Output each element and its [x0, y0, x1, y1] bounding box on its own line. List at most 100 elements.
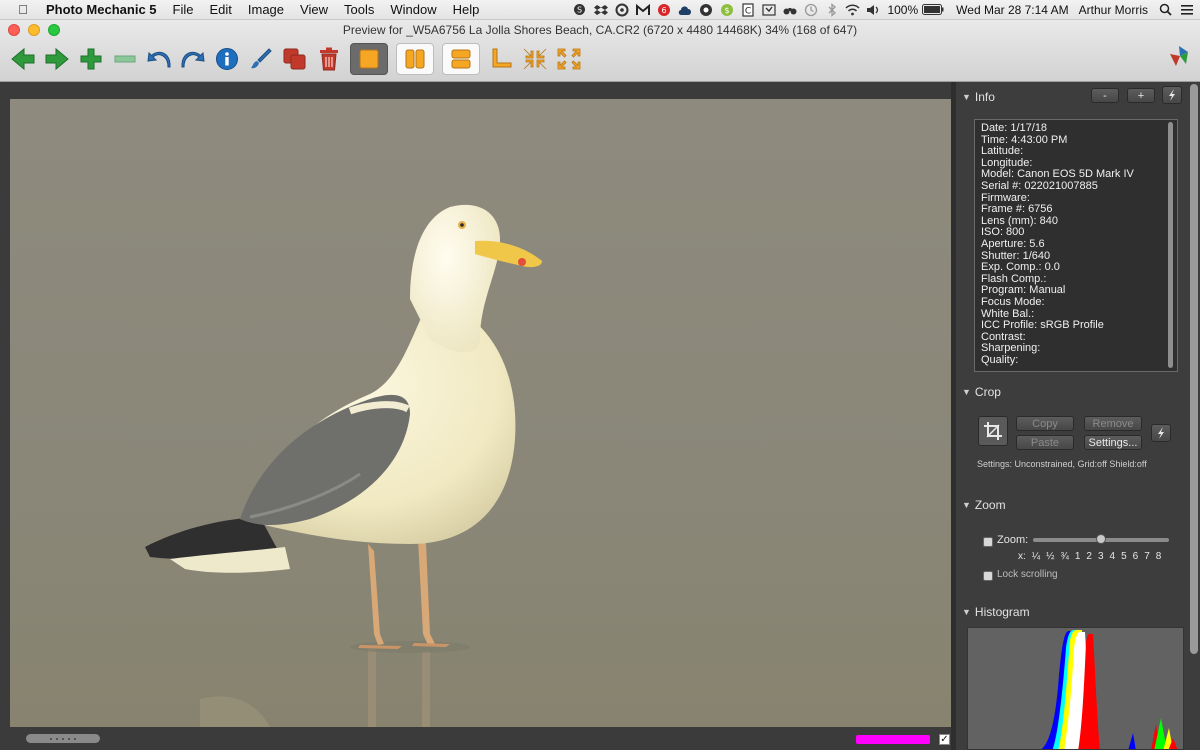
previous-button[interactable]	[6, 43, 40, 75]
info-button[interactable]	[210, 43, 244, 75]
dropbox-icon[interactable]	[593, 3, 608, 17]
battery-percent: 100%	[887, 2, 919, 17]
grammar-icon[interactable]	[698, 3, 713, 17]
creative-cloud-icon[interactable]	[677, 3, 692, 17]
lock-scrolling-label: Lock scrolling	[997, 569, 1058, 580]
menu-image[interactable]: Image	[248, 2, 284, 17]
mail-icon[interactable]	[635, 3, 650, 17]
tag-checkbox[interactable]: ✓	[939, 734, 950, 745]
photo-preview[interactable]	[10, 99, 951, 727]
rotate-left-button[interactable]	[142, 43, 176, 75]
remove-button[interactable]	[108, 43, 142, 75]
info-section-header[interactable]: ▼ Info	[962, 90, 995, 104]
copy-button[interactable]	[278, 43, 312, 75]
menu-help[interactable]: Help	[453, 2, 480, 17]
menu-edit[interactable]: Edit	[209, 2, 231, 17]
disclosure-triangle-icon[interactable]: ▼	[962, 387, 971, 397]
side-panel-scrollbar[interactable]	[1190, 84, 1198, 654]
full-screen-button[interactable]	[552, 43, 586, 75]
bluetooth-icon[interactable]	[824, 2, 839, 17]
shrink-arrows-icon	[523, 48, 547, 70]
crop-tool-button[interactable]	[484, 43, 518, 75]
zoom-tick: 5	[1121, 551, 1127, 562]
split-vertical-icon	[405, 49, 425, 69]
svg-text:S: S	[577, 6, 582, 15]
disclosure-triangle-icon[interactable]: ▼	[962, 500, 971, 510]
app-logo-icon[interactable]	[1168, 44, 1190, 68]
battery-icon[interactable]	[922, 3, 944, 17]
compare-stack-button[interactable]	[442, 43, 480, 75]
crop-copy-button[interactable]: Copy	[1016, 416, 1074, 431]
zoom-label: Zoom:	[997, 534, 1029, 546]
user-name[interactable]: Arthur Morris	[1079, 3, 1148, 17]
next-button[interactable]	[40, 43, 74, 75]
crop-settings-button[interactable]: Settings...	[1084, 435, 1142, 450]
title-bar: Preview for _W5A6756 La Jolla Shores Bea…	[0, 20, 1200, 82]
evernote-icon[interactable]: 6	[656, 3, 671, 17]
horizontal-scrollbar[interactable]	[26, 734, 100, 743]
crop-action-button[interactable]	[1151, 424, 1171, 442]
crop-remove-button[interactable]: Remove	[1084, 416, 1142, 431]
time-machine-icon[interactable]	[761, 3, 776, 17]
svg-text:C: C	[745, 6, 751, 16]
histogram-graph	[967, 627, 1184, 750]
info-metadata-box[interactable]: Date: 1/17/18 Time: 4:43:00 PM Latitude: Lo…	[974, 119, 1178, 372]
clock[interactable]: Wed Mar 28 7:14 AM	[956, 3, 1069, 17]
compare-side-button[interactable]	[396, 43, 434, 75]
list-menu-icon[interactable]	[1179, 3, 1194, 17]
zoom-section-header[interactable]: ▼ Zoom	[962, 498, 1006, 512]
disclosure-triangle-icon[interactable]: ▼	[962, 607, 971, 617]
fit-window-button[interactable]	[518, 43, 552, 75]
airplay-icon[interactable]	[803, 3, 818, 17]
zoom-tick: ¾	[1060, 551, 1069, 562]
disclosure-triangle-icon[interactable]: ▼	[962, 92, 971, 102]
rotate-right-icon	[181, 51, 205, 68]
zoom-tick: ½	[1046, 551, 1055, 562]
info-line: Serial #: 022021007885	[981, 179, 1098, 192]
lightning-icon	[1169, 89, 1175, 101]
crop-paste-button[interactable]: Paste	[1016, 435, 1074, 450]
crop-section-header[interactable]: ▼ Crop	[962, 385, 1001, 399]
svg-text:$: $	[724, 6, 729, 15]
menu-window[interactable]: Window	[390, 2, 436, 17]
menu-bar:  Photo Mechanic 5 File Edit Image View …	[0, 0, 1200, 20]
lightning-icon	[1158, 427, 1164, 439]
binoculars-icon[interactable]	[782, 3, 797, 17]
menu-app-name[interactable]: Photo Mechanic 5	[46, 2, 157, 17]
antivirus-icon[interactable]	[614, 3, 629, 17]
zoom-tick: x:	[1018, 551, 1026, 562]
search-icon[interactable]	[1158, 3, 1173, 17]
toolbar	[6, 42, 586, 76]
crop-tool-icon[interactable]	[978, 416, 1008, 446]
clipboard-icon[interactable]: C	[740, 2, 755, 17]
screen-icon[interactable]: $	[719, 3, 734, 17]
info-minus-button[interactable]: -	[1091, 88, 1119, 103]
info-scrollbar[interactable]	[1168, 122, 1173, 368]
apple-logo-icon[interactable]: 	[14, 2, 32, 17]
preview-area: ✓	[0, 82, 951, 750]
zoom-tick: 3	[1097, 551, 1104, 562]
edit-button[interactable]	[244, 43, 278, 75]
lock-scrolling-checkbox[interactable]	[983, 571, 993, 581]
menu-file[interactable]: File	[173, 2, 194, 17]
info-plus-button[interactable]: +	[1127, 88, 1155, 103]
menu-view[interactable]: View	[300, 2, 328, 17]
menu-tools[interactable]: Tools	[344, 2, 374, 17]
skype-icon[interactable]: S	[572, 3, 587, 17]
rotate-right-button[interactable]	[176, 43, 210, 75]
single-view-button[interactable]	[350, 43, 388, 75]
zoom-tick: 4	[1109, 551, 1116, 562]
color-class-bar[interactable]	[856, 735, 930, 744]
gull-photo	[10, 99, 951, 727]
zoom-checkbox[interactable]	[983, 537, 993, 547]
wifi-icon[interactable]	[845, 3, 860, 17]
zoom-slider-knob[interactable]	[1096, 534, 1106, 544]
volume-icon[interactable]	[866, 3, 881, 17]
info-action-button[interactable]	[1162, 86, 1182, 104]
add-button[interactable]	[74, 43, 108, 75]
expand-arrows-icon	[557, 48, 581, 70]
zoom-tick: 8	[1155, 551, 1162, 562]
histogram-section-header[interactable]: ▼ Histogram	[962, 605, 1030, 619]
next-icon	[45, 47, 69, 71]
delete-button[interactable]	[312, 43, 346, 75]
